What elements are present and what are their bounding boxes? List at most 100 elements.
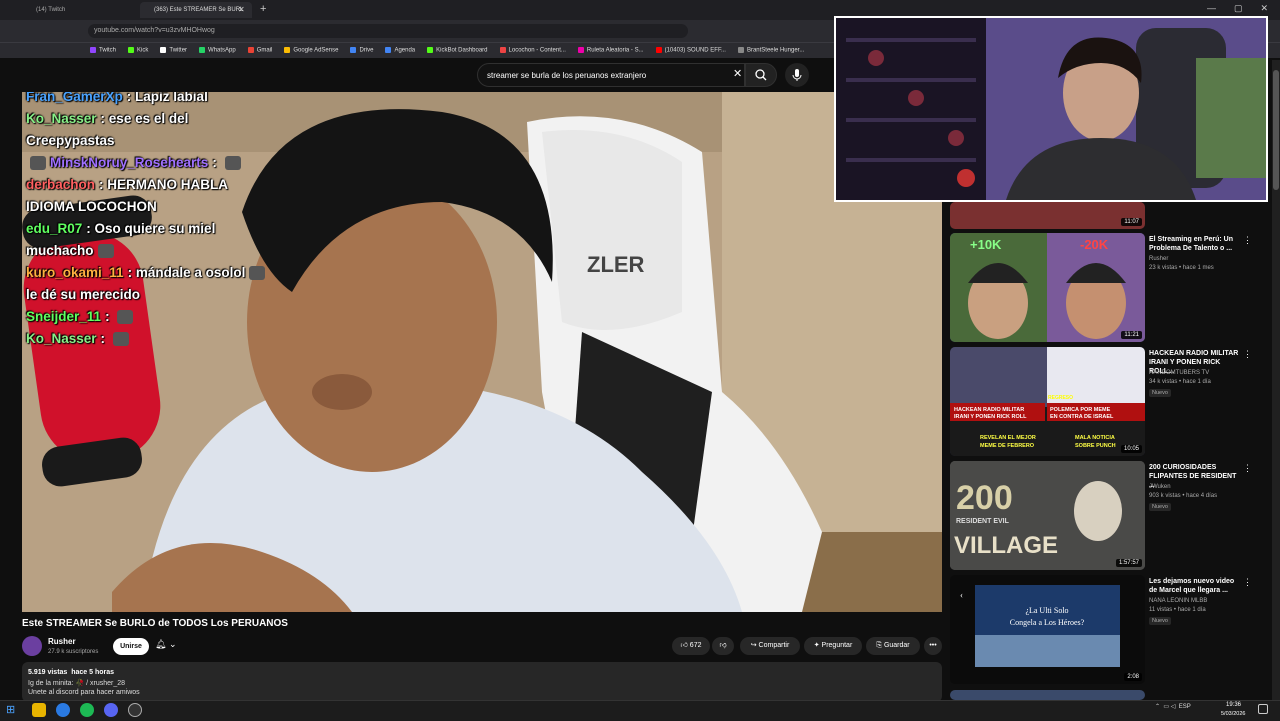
- chat-message: derbachon: HERMANO HABLA: [26, 177, 229, 192]
- recommendation-title[interactable]: Les dejamos nuevo video de Marcel que ll…: [1149, 577, 1241, 595]
- more-vert-icon[interactable]: ⋮: [1243, 463, 1252, 474]
- tab-label: (363) Este STREAMER Se BURL: [154, 7, 244, 13]
- windows-start-icon[interactable]: ⊞: [6, 703, 20, 717]
- notification-icon[interactable]: [1258, 704, 1268, 714]
- more-vert-icon[interactable]: ⋮: [1243, 349, 1252, 360]
- bookmark-item[interactable]: Locochon - Content...: [499, 47, 566, 54]
- chat-text: ese es el del: [108, 111, 189, 126]
- chat-message: Fran_GamerXp: Lapiz labial: [26, 92, 346, 108]
- search-icon: [755, 69, 767, 81]
- bookmark-item[interactable]: Gmail: [247, 47, 272, 54]
- recommendation-channel[interactable]: JWuken: [1149, 484, 1171, 490]
- minimize-icon[interactable]: —: [1207, 3, 1216, 14]
- share-button[interactable]: ↪ Compartir: [740, 637, 800, 655]
- sparkle-icon: ✦: [813, 642, 820, 649]
- recommendation-channel[interactable]: RANDOMTUBERS TV: [1149, 370, 1209, 376]
- thumbnail-text: -20K: [1080, 237, 1109, 252]
- recommendation-thumbnail[interactable]: [950, 690, 1145, 700]
- recommendation-thumbnail[interactable]: +10K -20K 11:21: [950, 233, 1145, 342]
- mic-icon: [792, 69, 802, 81]
- thumbnail-image: +10K -20K: [950, 233, 1145, 342]
- avatar[interactable]: [22, 636, 42, 656]
- bookmark-item[interactable]: Drive: [350, 47, 373, 54]
- chat-message: MinskNoruy_Rosehearts:: [26, 152, 346, 174]
- dislike-button[interactable]: 👎︎: [712, 637, 734, 655]
- thumbnail-text: REGRESO: [1048, 395, 1073, 401]
- obs-icon[interactable]: [128, 703, 142, 717]
- close-window-icon[interactable]: ✕: [1260, 3, 1268, 14]
- chat-text: Creepypastas: [26, 133, 115, 148]
- bookmark-item[interactable]: Kick: [128, 47, 148, 54]
- recommendation-thumbnail[interactable]: 11:07: [950, 202, 1145, 229]
- chevron-down-icon: ⌄: [168, 639, 177, 649]
- bookmark-icon: [199, 47, 206, 54]
- discord-icon[interactable]: [104, 703, 118, 717]
- search-button[interactable]: [745, 63, 777, 87]
- bookmark-item[interactable]: Twitter: [160, 47, 187, 54]
- like-button[interactable]: 👍︎ 672: [672, 637, 710, 655]
- bookmark-item[interactable]: Ruleta Aleatoria - S...: [577, 47, 644, 54]
- maximize-icon[interactable]: ▢: [1234, 3, 1243, 14]
- clock-time[interactable]: 19:36: [1226, 702, 1241, 708]
- save-button[interactable]: ⎘ Guardar: [866, 637, 920, 655]
- ask-button[interactable]: ✦ Preguntar: [804, 637, 862, 655]
- chat-message: Ko_Nasser:: [26, 328, 346, 350]
- video-player[interactable]: ZLER Fran_GamerXp: Lapiz labial Ko_Nasse…: [22, 92, 942, 612]
- thumbnail-text: POLEMICA POR MEME: [1050, 407, 1111, 413]
- close-tab-icon[interactable]: ✕: [238, 5, 245, 14]
- more-actions-button[interactable]: •••: [924, 637, 942, 655]
- webcam-frame: [836, 18, 1266, 200]
- thumbnail-image: 200RESIDENT EVIL VILLAGE: [950, 461, 1145, 570]
- duration-badge: 11:21: [1121, 331, 1142, 339]
- recommendation-channel[interactable]: Rusher: [1149, 256, 1168, 262]
- bookmark-label: (10403) SOUND EFF...: [664, 47, 726, 54]
- bookmark-label: WhatsApp: [208, 47, 236, 54]
- recommendation-thumbnail[interactable]: 200 RESIDENT EVIL VILLAGE 1:57:57: [950, 461, 1145, 570]
- system-tray[interactable]: ⌃ ▭ ◁ ESP: [1155, 703, 1191, 710]
- more-vert-icon[interactable]: ⋮: [1243, 235, 1252, 246]
- clear-search-icon[interactable]: ✕: [733, 67, 742, 80]
- bookmark-item[interactable]: BrantSteele Hunger...: [737, 47, 804, 54]
- bookmark-label: Ruleta Aleatoria - S...: [586, 47, 644, 54]
- recommendation-meta: 34 k vistas • hace 1 día: [1149, 379, 1211, 385]
- bookmark-item[interactable]: KickBot Dashboard: [427, 47, 488, 54]
- tab-twitch[interactable]: (14) Twitch: [28, 3, 138, 18]
- spotify-icon[interactable]: [80, 703, 94, 717]
- tab-youtube[interactable]: (363) Este STREAMER Se BURL: [140, 2, 252, 18]
- chat-username: derbachon: [26, 177, 96, 192]
- file-explorer-icon[interactable]: [32, 703, 46, 717]
- bookmark-icon: [385, 47, 392, 54]
- description-box[interactable]: [22, 662, 942, 702]
- recommendation-thumbnail[interactable]: HACKEAN RADIO MILITAR IRANI Y PONEN RICK …: [950, 347, 1145, 456]
- description-line: Unete al discord para hacer amiwos: [28, 689, 140, 696]
- thumbnail-text: 200: [956, 479, 1013, 517]
- recommendation-channel[interactable]: NANA LEONIN MLBB: [1149, 598, 1207, 604]
- channel-name[interactable]: Rusher: [48, 637, 76, 646]
- scrollbar-thumb[interactable]: [1273, 70, 1279, 190]
- join-button[interactable]: Unirse: [113, 638, 149, 655]
- save-label: Guardar: [883, 642, 910, 649]
- recommendation-title[interactable]: El Streaming en Perú: Un Problema De Tal…: [1149, 235, 1241, 253]
- language-indicator[interactable]: ESP: [1179, 704, 1191, 710]
- duration-badge: 2:08: [1124, 673, 1142, 681]
- bookmark-item[interactable]: Twitch: [90, 47, 116, 54]
- search-input[interactable]: streamer se burla de los peruanos extran…: [477, 63, 745, 87]
- recommendation-thumbnail[interactable]: ¿La Ulti Solo Congela a Los Héroes? ‹ 2:08: [950, 575, 1145, 684]
- clock-date[interactable]: 5/03/2026: [1221, 711, 1245, 717]
- more-vert-icon[interactable]: ⋮: [1243, 577, 1252, 588]
- address-input[interactable]: youtube.com/watch?v=u3zvMHOHwog: [88, 24, 688, 38]
- bookmark-item[interactable]: WhatsApp: [199, 47, 236, 54]
- voice-search-button[interactable]: [785, 63, 809, 87]
- chrome-icon[interactable]: [56, 703, 70, 717]
- bookmark-item[interactable]: (10403) SOUND EFF...: [655, 47, 726, 54]
- chevron-left-icon: ‹: [960, 590, 963, 600]
- new-tab-button[interactable]: +: [260, 3, 266, 15]
- bookmark-icon: [247, 47, 254, 54]
- bookmark-label: Twitch: [99, 47, 117, 54]
- bookmark-label: KickBot Dashboard: [436, 47, 488, 54]
- chat-text: Lapiz labial: [135, 92, 208, 104]
- bookmark-item[interactable]: Google AdSense: [284, 47, 338, 54]
- thumbnail-text: EN CONTRA DE ISRAEL: [1050, 414, 1114, 420]
- bookmark-item[interactable]: Agenda: [385, 47, 415, 54]
- notification-bell-button[interactable]: 🔔︎ ⌄: [155, 639, 185, 655]
